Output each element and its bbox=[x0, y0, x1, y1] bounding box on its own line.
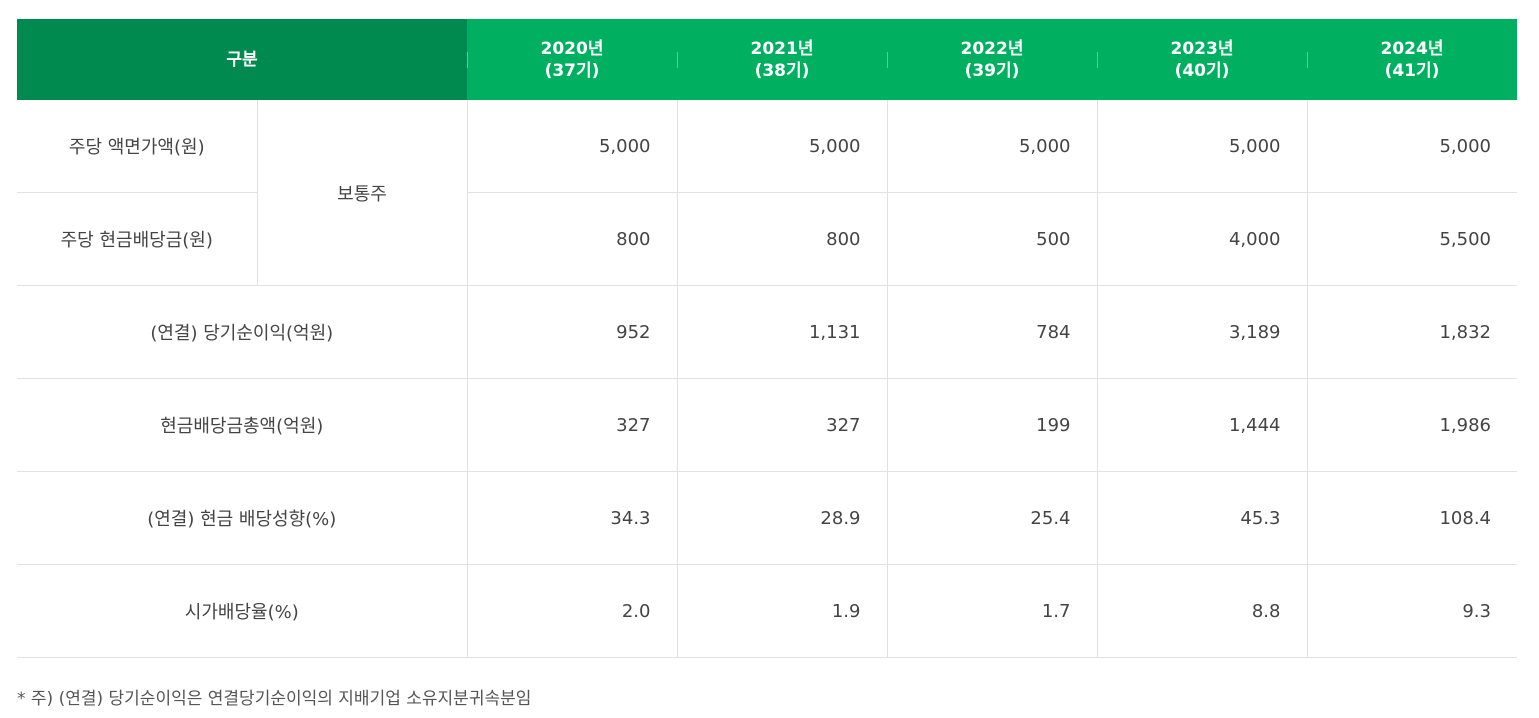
table-cell: 5,500 bbox=[1306, 192, 1517, 286]
row-label: 주당 액면가액(원) bbox=[17, 100, 258, 193]
table-cell: 1.7 bbox=[886, 564, 1098, 658]
table-cell: 327 bbox=[676, 378, 888, 472]
header-period-label: (40기) bbox=[1174, 60, 1230, 81]
table-row-total-dividend: 현금배당금총액(억원) 327 327 199 1,444 1,986 bbox=[17, 378, 1517, 472]
header-year-2022: 2022년 (39기) bbox=[887, 19, 1097, 100]
dividend-table-container: 구분 2020년 (37기) 2021년 (38기) 2022년 (39기) 2… bbox=[17, 19, 1517, 658]
table-cell: 1.9 bbox=[676, 564, 888, 658]
header-period-label: (38기) bbox=[754, 60, 810, 81]
row-label: (연결) 현금 배당성향(%) bbox=[17, 471, 468, 565]
table-cell: 800 bbox=[676, 192, 888, 286]
header-category: 구분 bbox=[17, 19, 467, 100]
table-cell: 5,000 bbox=[1306, 100, 1517, 193]
row-label: 주당 현금배당금(원) bbox=[17, 192, 258, 286]
header-period-label: (41기) bbox=[1384, 60, 1440, 81]
table-cell: 784 bbox=[886, 285, 1098, 379]
header-period-label: (37기) bbox=[544, 60, 600, 81]
header-year-label: 2024년 bbox=[1380, 38, 1444, 59]
table-cell: 800 bbox=[466, 192, 678, 286]
table-cell: 1,832 bbox=[1306, 285, 1517, 379]
footnote: * 주) (연결) 당기순이익은 연결당기순이익의 지배기업 소유지분귀속분임 bbox=[17, 689, 532, 709]
table-header-row: 구분 2020년 (37기) 2021년 (38기) 2022년 (39기) 2… bbox=[17, 19, 1517, 100]
table-cell: 1,444 bbox=[1096, 378, 1308, 472]
table-cell: 25.4 bbox=[886, 471, 1098, 565]
header-period-label: (39기) bbox=[964, 60, 1020, 81]
header-year-2020: 2020년 (37기) bbox=[467, 19, 677, 100]
table-cell: 199 bbox=[886, 378, 1098, 472]
table-row-dividend-yield: 시가배당율(%) 2.0 1.9 1.7 8.8 9.3 bbox=[17, 564, 1517, 658]
table-row-net-income: (연결) 당기순이익(억원) 952 1,131 784 3,189 1,832 bbox=[17, 285, 1517, 379]
header-year-label: 2022년 bbox=[960, 38, 1024, 59]
table-cell: 327 bbox=[466, 378, 678, 472]
share-type-cell: 보통주 bbox=[256, 100, 468, 286]
header-year-label: 2020년 bbox=[540, 38, 604, 59]
table-cell: 500 bbox=[886, 192, 1098, 286]
table-row-par-value: 주당 액면가액(원) 보통주 5,000 5,000 5,000 5,000 5… bbox=[17, 100, 1517, 286]
header-year-label: 2023년 bbox=[1170, 38, 1234, 59]
table-cell: 5,000 bbox=[1096, 100, 1308, 193]
row-label: 현금배당금총액(억원) bbox=[17, 378, 468, 472]
table-cell: 9.3 bbox=[1306, 564, 1517, 658]
header-year-label: 2021년 bbox=[750, 38, 814, 59]
row-label: 시가배당율(%) bbox=[17, 564, 468, 658]
table-cell: 4,000 bbox=[1096, 192, 1308, 286]
table-cell: 5,000 bbox=[886, 100, 1098, 193]
table-cell: 3,189 bbox=[1096, 285, 1308, 379]
header-year-2023: 2023년 (40기) bbox=[1097, 19, 1307, 100]
table-cell: 2.0 bbox=[466, 564, 678, 658]
table-cell: 34.3 bbox=[466, 471, 678, 565]
table-row-payout-ratio: (연결) 현금 배당성향(%) 34.3 28.9 25.4 45.3 108.… bbox=[17, 471, 1517, 565]
dividend-table: 구분 2020년 (37기) 2021년 (38기) 2022년 (39기) 2… bbox=[17, 19, 1517, 658]
table-cell: 952 bbox=[466, 285, 678, 379]
header-year-2021: 2021년 (38기) bbox=[677, 19, 887, 100]
header-year-2024: 2024년 (41기) bbox=[1307, 19, 1517, 100]
table-cell: 1,131 bbox=[676, 285, 888, 379]
table-cell: 1,986 bbox=[1306, 378, 1517, 472]
table-cell: 5,000 bbox=[676, 100, 888, 193]
table-cell: 28.9 bbox=[676, 471, 888, 565]
table-cell: 5,000 bbox=[466, 100, 678, 193]
table-row-dividend-per-share: 주당 현금배당금(원) 800 800 500 4,000 5,500 bbox=[17, 192, 1517, 286]
table-cell: 108.4 bbox=[1306, 471, 1517, 565]
table-cell: 45.3 bbox=[1096, 471, 1308, 565]
row-label: (연결) 당기순이익(억원) bbox=[17, 285, 468, 379]
table-cell: 8.8 bbox=[1096, 564, 1308, 658]
